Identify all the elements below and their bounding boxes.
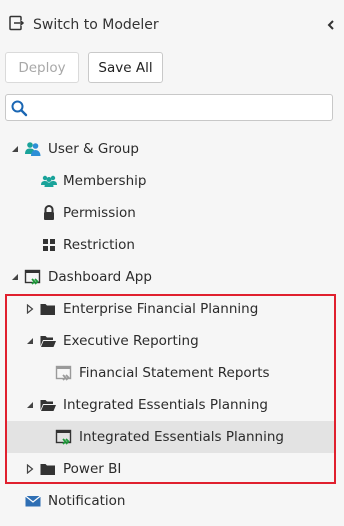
folder-open-icon <box>39 396 57 414</box>
tree-node-label: Notification <box>48 493 126 509</box>
tree-node-restriction[interactable]: Restriction <box>0 229 344 261</box>
expanded-caret-icon[interactable] <box>25 400 35 410</box>
chevron-left-icon <box>327 20 334 30</box>
save-all-button[interactable]: Save All <box>88 52 163 83</box>
lock-icon <box>40 204 58 222</box>
toolbar: Deploy Save All <box>5 52 163 83</box>
switch-to-modeler-button[interactable]: Switch to Modeler <box>8 14 159 36</box>
tree-node-label: Integrated Essentials Planning <box>63 397 268 413</box>
expanded-caret-icon[interactable] <box>25 336 35 346</box>
deploy-button[interactable]: Deploy <box>5 52 79 83</box>
switch-icon <box>8 14 26 36</box>
membership-icon <box>40 172 58 190</box>
search-input[interactable] <box>28 96 332 119</box>
search-box <box>5 94 333 121</box>
collapsed-caret-icon[interactable] <box>25 304 35 314</box>
tree-node-label: Permission <box>63 205 136 221</box>
folder-icon <box>39 460 57 478</box>
collapsed-caret-icon[interactable] <box>25 464 35 474</box>
tree-node-executive-reporting[interactable]: Executive Reporting <box>0 325 344 357</box>
switch-to-modeler-label: Switch to Modeler <box>33 17 159 33</box>
top-bar: Switch to Modeler <box>0 0 344 50</box>
expanded-caret-icon[interactable] <box>10 272 20 282</box>
tree-node-financial-statement-reports[interactable]: Financial Statement Reports <box>0 357 344 389</box>
tree-node-label: Dashboard App <box>48 269 152 285</box>
tree-node-label: Enterprise Financial Planning <box>63 301 259 317</box>
tree-node-label: User & Group <box>48 141 139 157</box>
tree-node-label: Power BI <box>63 461 122 477</box>
search-icon <box>10 99 28 117</box>
envelope-icon <box>24 492 42 510</box>
dashboard-app-icon <box>55 428 73 446</box>
tree-node-enterprise-financial-planning[interactable]: Enterprise Financial Planning <box>0 293 344 325</box>
folder-open-icon <box>39 332 57 350</box>
tree-node-integrated-essentials-planning-folder[interactable]: Integrated Essentials Planning <box>0 389 344 421</box>
tree-node-label: Integrated Essentials Planning <box>79 429 284 445</box>
dashboard-item-icon <box>55 364 73 382</box>
tree-node-user-group[interactable]: User & Group <box>0 133 344 165</box>
tree-node-label: Membership <box>63 173 147 189</box>
tree-node-dashboard-app[interactable]: Dashboard App <box>0 261 344 293</box>
collapse-panel-button[interactable] <box>324 16 338 34</box>
tree-node-label: Financial Statement Reports <box>79 365 270 381</box>
tree-node-membership[interactable]: Membership <box>0 165 344 197</box>
user-group-icon <box>24 140 42 158</box>
tree-node-power-bi[interactable]: Power BI <box>0 453 344 485</box>
tree-node-label: Restriction <box>63 237 135 253</box>
tree-node-label: Executive Reporting <box>63 333 199 349</box>
tree-node-notification[interactable]: Notification <box>0 485 344 517</box>
tree-node-integrated-essentials-planning-dashboard[interactable]: Integrated Essentials Planning <box>7 421 334 453</box>
folder-icon <box>39 300 57 318</box>
dashboard-app-icon <box>24 268 42 286</box>
grid-icon <box>40 236 58 254</box>
tree-node-permission[interactable]: Permission <box>0 197 344 229</box>
expanded-caret-icon[interactable] <box>10 144 20 154</box>
